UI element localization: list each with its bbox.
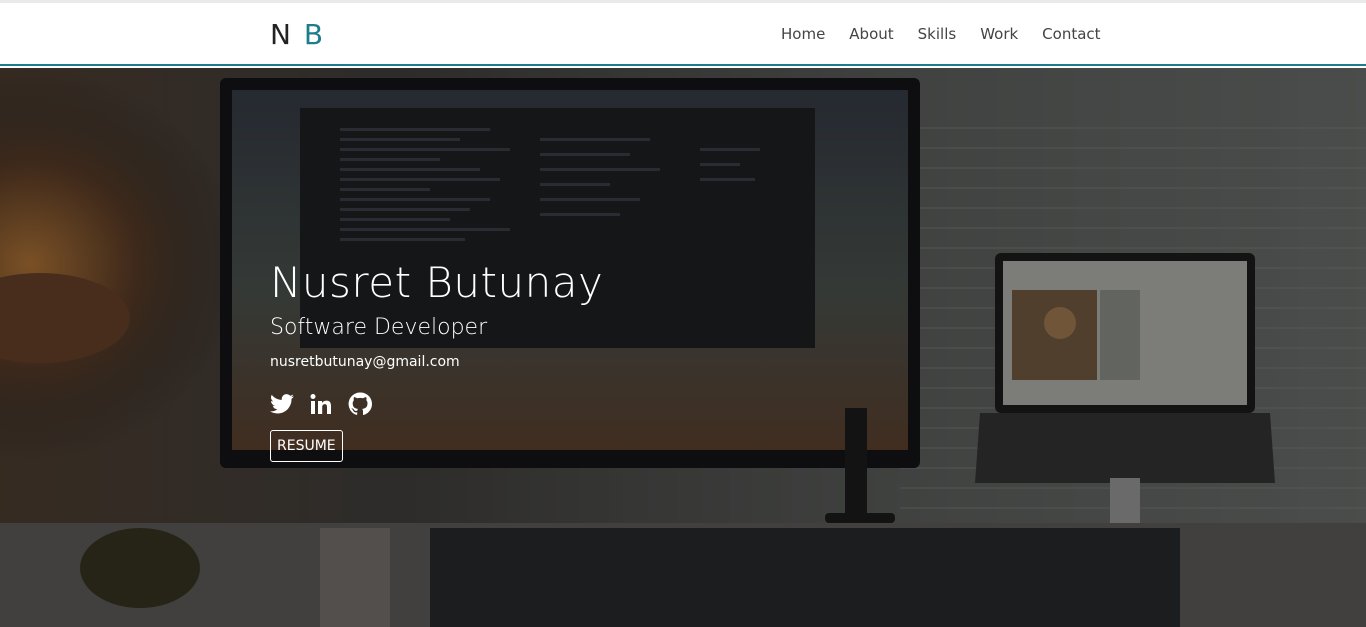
main-nav: Home About Skills Work Contact [781,25,1125,43]
hero-email[interactable]: nusretbutunay@gmail.com [270,354,603,370]
linkedin-icon[interactable] [310,393,332,415]
twitter-icon[interactable] [270,393,294,415]
navbar: N B Home About Skills Work Contact [0,3,1366,66]
github-icon[interactable] [348,392,372,416]
hero-name: Nusret Butunay [270,258,604,307]
hero-section: Nusret Butunay Software Developer nusret… [0,68,1366,627]
nav-skills[interactable]: Skills [918,25,957,43]
hero-dark-overlay [0,68,1366,627]
nav-about[interactable]: About [849,25,893,43]
logo-initial-n: N [270,18,293,51]
hero-content: Nusret Butunay Software Developer nusret… [270,258,603,462]
nav-contact[interactable]: Contact [1042,25,1100,43]
nav-work[interactable]: Work [980,25,1018,43]
site-logo[interactable]: N B [270,18,325,51]
resume-button[interactable]: RESUME [270,430,343,462]
logo-initial-b: B [303,18,326,51]
nav-home[interactable]: Home [781,25,825,43]
social-links [270,392,603,416]
hero-role: Software Developer [270,315,488,340]
